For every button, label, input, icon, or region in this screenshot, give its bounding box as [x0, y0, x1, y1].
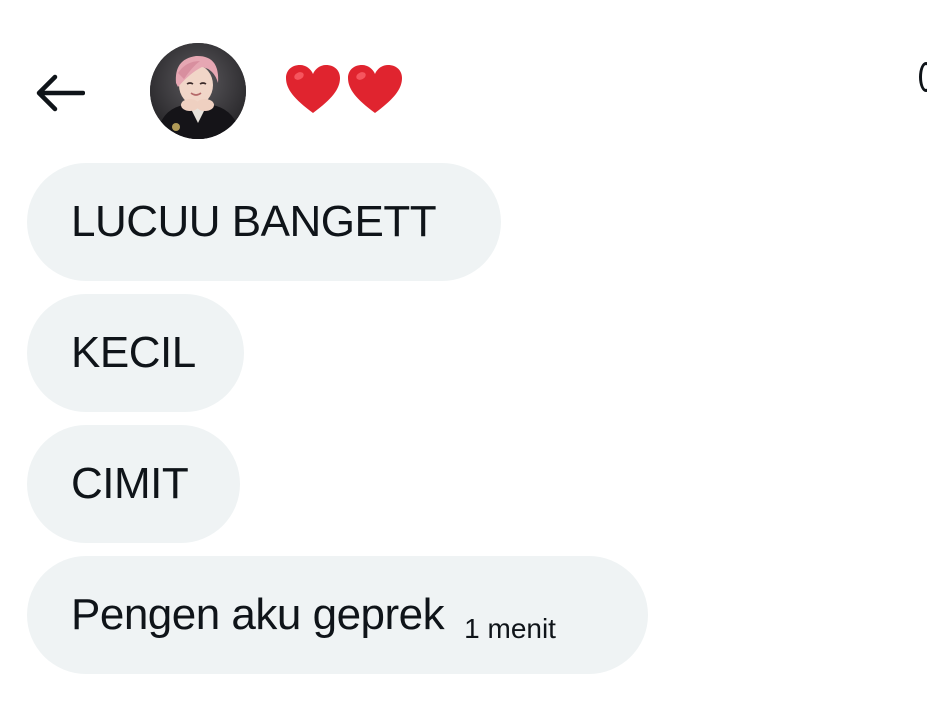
message-text: CIMIT	[71, 459, 189, 508]
message-text: LUCUU BANGETT	[71, 197, 437, 246]
message-text: Pengen aku geprek	[71, 590, 445, 639]
arrow-left-icon	[36, 74, 85, 112]
conversation-title	[284, 60, 404, 120]
dm-conversation-screen: LUCUU BANGETT KECIL CIMIT Pengen aku gep…	[0, 0, 927, 714]
message-bubble[interactable]: CIMIT	[27, 425, 240, 543]
message-bubble[interactable]: LUCUU BANGETT	[27, 163, 501, 281]
heart-emoji-icon	[348, 65, 402, 113]
back-button[interactable]	[30, 68, 88, 118]
heart-emoji-icon	[286, 65, 340, 113]
info-icon[interactable]	[919, 62, 927, 92]
message-text: KECIL	[71, 328, 196, 377]
message-timestamp: 1 menit	[464, 613, 556, 644]
message-bubble[interactable]: KECIL	[27, 294, 244, 412]
avatar[interactable]	[150, 43, 246, 139]
avatar-image	[150, 43, 246, 139]
message-bubble[interactable]: Pengen aku geprek 1 menit	[27, 556, 648, 674]
